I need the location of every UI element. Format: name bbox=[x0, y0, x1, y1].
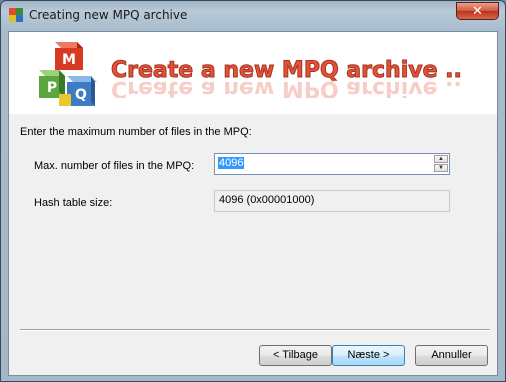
hash-table-label: Hash table size: bbox=[34, 197, 113, 209]
spin-up-icon: ▲ bbox=[438, 156, 444, 162]
back-button[interactable]: < Tilbage bbox=[259, 345, 332, 366]
header-banner: M P Q Create a new MPQ archive .. Create… bbox=[9, 32, 497, 114]
spin-down-button[interactable]: ▼ bbox=[434, 164, 448, 172]
logo-letter-q: Q bbox=[75, 87, 87, 103]
max-files-spinner[interactable]: ▲ ▼ bbox=[434, 155, 448, 173]
wizard-window: Creating new MPQ archive ✕ M P Q Create … bbox=[0, 0, 506, 382]
app-icon bbox=[9, 8, 23, 22]
mpq-cube-logo: M P Q bbox=[39, 42, 97, 106]
hash-table-value: 4096 (0x00001000) bbox=[219, 194, 315, 206]
max-files-label: Max. number of files in the MPQ: bbox=[34, 160, 195, 172]
close-icon: ✕ bbox=[472, 4, 483, 19]
title-bar[interactable]: Creating new MPQ archive ✕ bbox=[1, 1, 505, 31]
banner-heading-reflection: Create a new MPQ archive .. bbox=[111, 80, 462, 98]
max-files-value: 4096 bbox=[218, 157, 245, 169]
logo-letter-p: P bbox=[47, 80, 57, 96]
spin-down-icon: ▼ bbox=[438, 165, 444, 171]
next-button[interactable]: Næste > bbox=[332, 345, 405, 366]
window-title: Creating new MPQ archive bbox=[29, 8, 188, 22]
max-files-input[interactable]: 4096 ▲ ▼ bbox=[214, 153, 450, 175]
hash-table-field: 4096 (0x00001000) bbox=[214, 190, 450, 212]
spin-up-button[interactable]: ▲ bbox=[434, 155, 448, 163]
button-separator bbox=[20, 329, 490, 331]
wizard-client-area: M P Q Create a new MPQ archive .. Create… bbox=[8, 31, 498, 376]
intro-text: Enter the maximum number of files in the… bbox=[20, 126, 252, 138]
cancel-button[interactable]: Annuller bbox=[415, 345, 488, 366]
logo-letter-m: M bbox=[62, 52, 76, 68]
close-button[interactable]: ✕ bbox=[456, 2, 499, 20]
